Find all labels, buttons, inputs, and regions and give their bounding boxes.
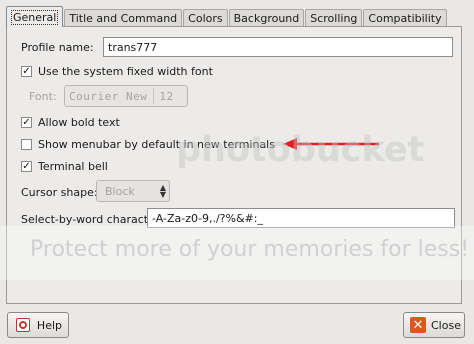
cursor-shape-row: Cursor shape: (21, 186, 98, 199)
tab-title-and-command[interactable]: Title and Command (64, 9, 183, 27)
close-button-label: Close (431, 318, 461, 332)
checkmark-icon: ✓ (22, 160, 31, 172)
help-button-label: Help (36, 318, 62, 332)
terminal-bell-checkbox-row[interactable]: ✓ Terminal bell (21, 160, 108, 173)
tab-background[interactable]: Background (228, 9, 305, 27)
help-button[interactable]: Help (7, 312, 69, 338)
allow-bold-checkbox[interactable]: ✓ (21, 117, 32, 128)
help-icon (14, 316, 32, 334)
font-picker-button[interactable]: Courier New 12 (64, 85, 188, 107)
profile-name-label: Profile name: (21, 41, 94, 54)
font-size: 12 (159, 89, 174, 103)
profile-name-row: Profile name: (21, 41, 94, 54)
show-menubar-checkbox[interactable] (21, 139, 32, 150)
arrow-head-icon (283, 138, 297, 150)
general-panel: Profile name: trans777 ✓ Use the system … (6, 26, 462, 304)
combo-arrows-icon: ▲ ▼ (159, 183, 166, 199)
red-arrow-annotation (283, 138, 379, 150)
cursor-shape-label: Cursor shape: (21, 186, 98, 199)
close-button[interactable]: ✕ Close (403, 312, 465, 338)
tab-bar: General Title and Command Colors Backgro… (6, 6, 448, 27)
font-name: Courier New (69, 89, 148, 103)
tab-colors[interactable]: Colors (183, 9, 228, 27)
cursor-shape-select[interactable]: Block ▲ ▼ (96, 180, 170, 202)
close-icon: ✕ (410, 316, 426, 334)
checkmark-icon: ✓ (22, 65, 31, 77)
show-menubar-label: Show menubar by default in new terminals (38, 138, 275, 151)
select-by-word-input[interactable]: -A-Za-z0-9,./?%&#:_ (147, 208, 455, 228)
terminal-bell-checkbox[interactable]: ✓ (21, 161, 32, 172)
font-separator (153, 88, 155, 104)
system-font-checkbox-row[interactable]: ✓ Use the system fixed width font (21, 65, 213, 78)
profile-name-input[interactable]: trans777 (103, 37, 453, 57)
tab-scrolling[interactable]: Scrolling (305, 9, 363, 27)
cursor-shape-value: Block (105, 184, 135, 198)
font-label: Font: (29, 90, 57, 103)
tab-general[interactable]: General (6, 6, 64, 27)
show-menubar-checkbox-row[interactable]: Show menubar by default in new terminals (21, 138, 275, 151)
checkmark-icon: ✓ (22, 116, 31, 128)
terminal-bell-label: Terminal bell (38, 160, 108, 173)
system-font-label: Use the system fixed width font (38, 65, 213, 78)
system-font-checkbox[interactable]: ✓ (21, 66, 32, 77)
allow-bold-label: Allow bold text (38, 116, 120, 129)
tab-compatibility[interactable]: Compatibility (363, 9, 447, 27)
font-row: Font: (29, 90, 57, 103)
allow-bold-checkbox-row[interactable]: ✓ Allow bold text (21, 116, 120, 129)
